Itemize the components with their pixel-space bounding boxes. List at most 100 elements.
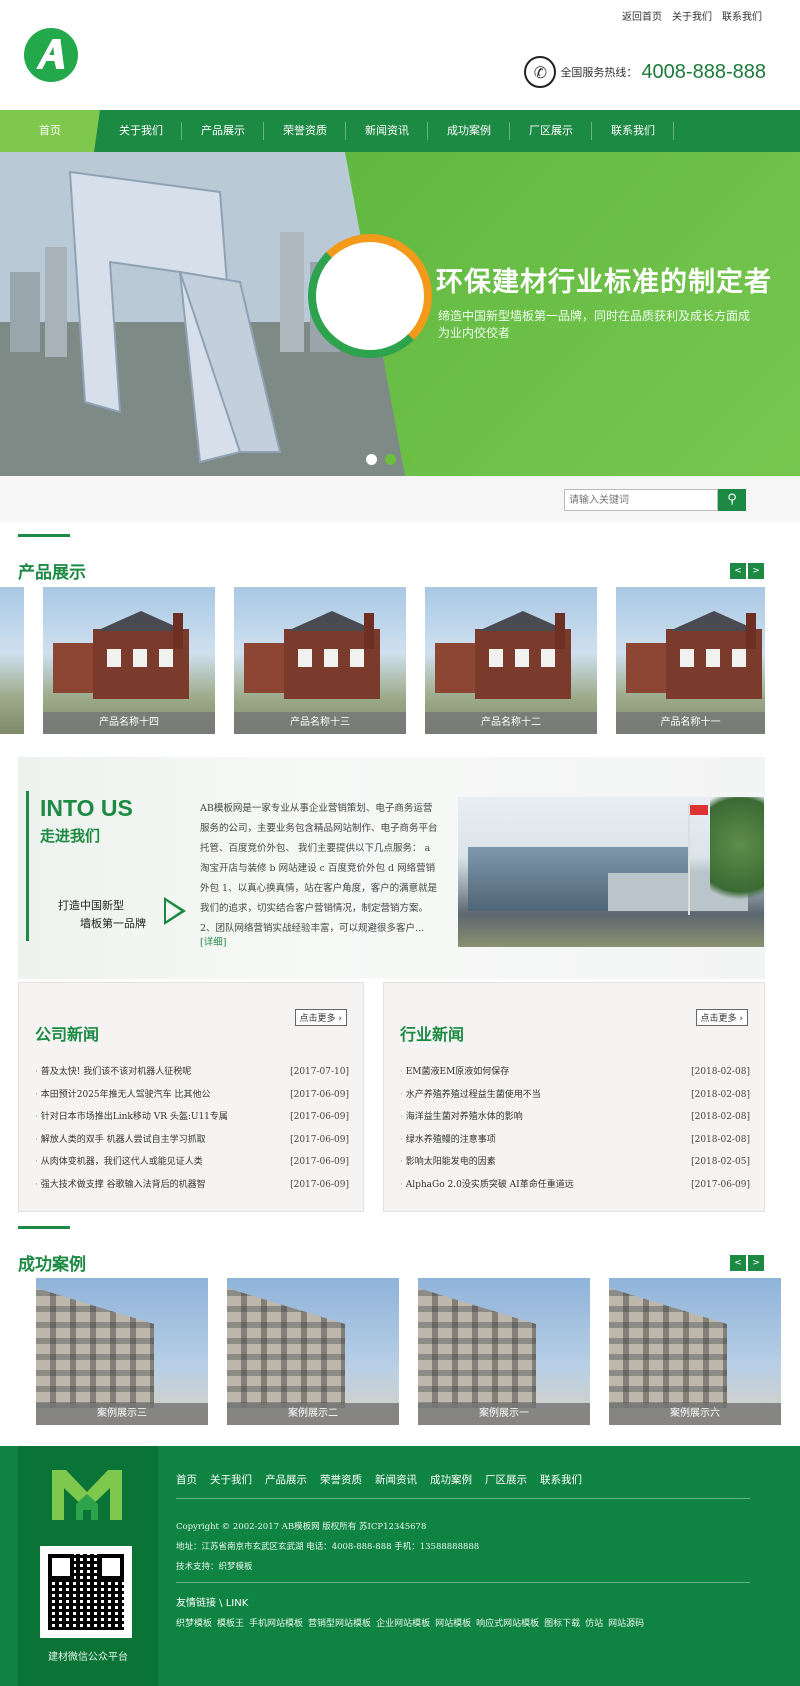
nav-cases[interactable]: 成功案例: [428, 110, 510, 152]
site-logo[interactable]: [24, 28, 78, 82]
case-building-image: [36, 1288, 154, 1408]
news-item[interactable]: 绿水养殖鳗的注意事项 [2018-02-08]: [400, 1129, 750, 1152]
next-arrow-icon[interactable]: >: [748, 563, 764, 579]
hotline-number[interactable]: 4008-888-888: [641, 61, 766, 84]
news-item[interactable]: 解放人类的双手 机器人尝试自主学习抓取 [2017-06-09]: [35, 1129, 349, 1152]
news-item[interactable]: 影响太阳能发电的因素 [2018-02-05]: [400, 1151, 750, 1174]
footer-nav-products[interactable]: 产品展示: [265, 1472, 307, 1487]
footer-address: 地址：江苏省南京市玄武区玄武湖 电话：4008-888-888 手机：13588…: [176, 1542, 480, 1552]
friend-link[interactable]: 手机网站模板: [249, 1616, 303, 1629]
footer-nav-contact[interactable]: 联系我们: [540, 1472, 582, 1487]
main-nav: 首页 关于我们 产品展示 荣誉资质 新闻资讯 成功案例 厂区展示 联系我们: [0, 110, 800, 152]
search-icon[interactable]: ⚲: [718, 489, 746, 511]
friend-link[interactable]: 营销型网站模板: [308, 1616, 371, 1629]
nav-label: 成功案例: [447, 124, 491, 137]
friend-link[interactable]: 网站源码: [608, 1616, 644, 1629]
friend-link[interactable]: 网站模板: [435, 1616, 471, 1629]
news-item-date: [2018-02-08]: [691, 1134, 750, 1145]
top-link-home[interactable]: 返回首页: [622, 8, 662, 23]
product-card[interactable]: 产品名称十二: [425, 587, 597, 734]
friend-link[interactable]: 响应式网站模板: [476, 1616, 539, 1629]
news-item-title: 海洋益生菌对养殖水体的影响: [400, 1106, 523, 1129]
news-item-title: 绿水养殖鳗的注意事项: [400, 1129, 496, 1152]
footer-nav-about[interactable]: 关于我们: [210, 1472, 252, 1487]
about-text: AB模板网是一家专业从事企业营销策划、电子商务运营服务的公司，主要业务包含精品网…: [200, 803, 438, 934]
nav-about[interactable]: 关于我们: [100, 110, 182, 152]
about-title-en: INTO US: [40, 795, 133, 821]
product-card[interactable]: 产品名称十一: [616, 587, 765, 734]
company-news-more-button[interactable]: 点击更多 ›: [294, 1009, 347, 1026]
product-caption: 产品名称十一: [616, 712, 765, 734]
footer-divider: [176, 1498, 750, 1499]
nav-honors[interactable]: 荣誉资质: [264, 110, 346, 152]
friend-link[interactable]: 企业网站模板: [376, 1616, 430, 1629]
play-arrow-icon[interactable]: [164, 897, 186, 925]
news-item[interactable]: AlphaGo 2.0没实质突破 AI革命任重道远 [2017-06-09]: [400, 1174, 750, 1197]
search-input[interactable]: [564, 489, 718, 511]
news-item-date: [2018-02-08]: [691, 1089, 750, 1100]
product-card[interactable]: 产品名称十三: [234, 587, 406, 734]
news-item[interactable]: 海洋益生菌对养殖水体的影响 [2018-02-08]: [400, 1106, 750, 1129]
footer-nav-honors[interactable]: 荣誉资质: [320, 1472, 362, 1487]
company-news-list: 普及太快! 我们该不该对机器人征税呢 [2017-07-10] 本田预计2025年…: [35, 1061, 349, 1196]
footer-nav-home[interactable]: 首页: [176, 1472, 197, 1487]
slider-dot-2[interactable]: [385, 454, 396, 465]
top-link-contact[interactable]: 联系我们: [722, 8, 762, 23]
footer-nav-cases[interactable]: 成功案例: [430, 1472, 472, 1487]
news-item[interactable]: 普及太快! 我们该不该对机器人征税呢 [2017-07-10]: [35, 1061, 349, 1084]
products-title: 产品展示: [18, 563, 86, 583]
news-item[interactable]: EM菌液EM原液如何保存 [2018-02-08]: [400, 1061, 750, 1084]
case-card[interactable]: 案例展示二: [227, 1278, 399, 1425]
case-card[interactable]: 案例展示一: [418, 1278, 590, 1425]
industry-news-more-button[interactable]: 点击更多 ›: [695, 1009, 748, 1026]
slider-dot-3[interactable]: [404, 454, 415, 465]
case-caption: 案例展示一: [418, 1403, 590, 1425]
nav-factory[interactable]: 厂区展示: [510, 110, 592, 152]
phone-icon: ✆: [524, 56, 557, 88]
news-item-date: [2017-07-10]: [290, 1067, 349, 1077]
about-slogan-line1: 打造中国新型: [58, 899, 124, 912]
wechat-qr-code: [40, 1546, 132, 1638]
nav-contact[interactable]: 联系我们: [592, 110, 674, 152]
nav-label: 新闻资讯: [365, 124, 409, 137]
product-card-partial[interactable]: [0, 587, 24, 734]
footer-logo: [52, 1470, 122, 1520]
news-item[interactable]: 针对日本市场推出Link移动 VR 头盔:U11专属 [2017-06-09]: [35, 1106, 349, 1129]
house-image: [244, 643, 286, 693]
footer-nav-factory[interactable]: 厂区展示: [485, 1472, 527, 1487]
nav-label: 荣誉资质: [283, 124, 327, 137]
case-building-image: [418, 1288, 536, 1408]
more-label: 点击更多: [299, 1014, 336, 1024]
top-link-about[interactable]: 关于我们: [672, 8, 712, 23]
next-arrow-icon[interactable]: >: [748, 1255, 764, 1271]
footer-nav-news[interactable]: 新闻资讯: [375, 1472, 417, 1487]
news-item[interactable]: 水产养殖养殖过程益生菌使用不当 [2018-02-08]: [400, 1084, 750, 1107]
hotline-label: 全国服务热线：: [560, 66, 638, 79]
case-card[interactable]: 案例展示三: [36, 1278, 208, 1425]
about-more-link[interactable]: [详细]: [200, 934, 226, 948]
news-item[interactable]: 从肉体变机器，我们这代人或能见证人类 [2017-06-09]: [35, 1151, 349, 1174]
logo-a-icon: [36, 39, 65, 69]
product-card[interactable]: 产品名称十四: [43, 587, 215, 734]
case-card[interactable]: 案例展示六: [609, 1278, 781, 1425]
news-item-title: 解放人类的双手 机器人尝试自主学习抓取: [35, 1129, 206, 1152]
friend-link[interactable]: 仿站: [585, 1616, 603, 1629]
hero-banner[interactable]: 环保建材行业标准的制定者 缔造中国新型墙板第一品牌，同时在品质获利及成长方面成为…: [0, 152, 800, 476]
news-item[interactable]: 本田预计2025年推无人驾驶汽车 比其他公 [2017-06-09]: [35, 1084, 349, 1107]
prev-arrow-icon[interactable]: <: [730, 563, 746, 579]
slider-dot-1[interactable]: [366, 454, 377, 465]
company-building-image: [458, 797, 764, 947]
footer-copyright: Copyright © 2002-2017 AB模板网 版权所有 苏ICP123…: [176, 1522, 427, 1532]
friend-link[interactable]: 图标下载: [544, 1616, 580, 1629]
nav-products[interactable]: 产品展示: [182, 110, 264, 152]
nav-home[interactable]: 首页: [0, 110, 100, 152]
prev-arrow-icon[interactable]: <: [730, 1255, 746, 1271]
news-item[interactable]: 强大技术做支撑 谷歌输入法背后的机器智 [2017-06-09]: [35, 1174, 349, 1197]
friend-links-title: 友情链接 \ LINK: [176, 1598, 249, 1609]
banner-circle-graphic: [308, 234, 432, 358]
industry-news-title: 行业新闻: [400, 1025, 465, 1044]
nav-news[interactable]: 新闻资讯: [346, 110, 428, 152]
friend-link[interactable]: 织梦模板: [176, 1616, 212, 1629]
friend-link[interactable]: 模板王: [217, 1616, 244, 1629]
about-slogan-line2: 墙板第一品牌: [80, 917, 146, 930]
